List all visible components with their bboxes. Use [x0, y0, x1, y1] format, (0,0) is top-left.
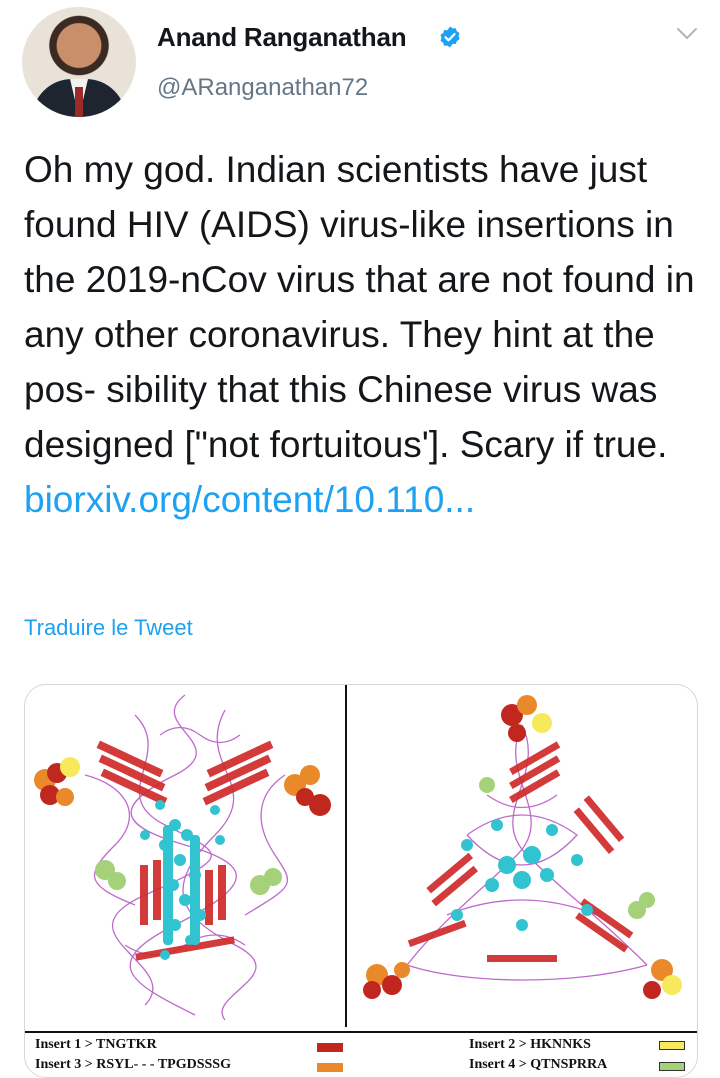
legend-swatch-insert-2 — [659, 1041, 685, 1050]
chevron-down-icon[interactable] — [676, 27, 698, 41]
legend-swatch-insert-1 — [317, 1043, 343, 1052]
legend-insert-2: Insert 2 > HKNNKS — [469, 1037, 591, 1052]
avatar-tie — [75, 87, 83, 117]
author-name[interactable]: Anand Ranganathan — [157, 22, 407, 53]
author-handle[interactable]: @ARanganathan72 — [157, 74, 368, 102]
legend-divider — [25, 1031, 697, 1033]
tweet-media[interactable]: Insert 1 > TNGTKR Insert 3 > RSYL- - - T… — [24, 684, 698, 1078]
verified-badge-icon — [440, 26, 460, 48]
protein-structure-top-view — [363, 695, 682, 999]
protein-structure-side-view — [34, 694, 331, 1021]
tweet-text: Oh my god. Indian scientists have just f… — [24, 142, 704, 527]
legend-swatch-insert-3 — [317, 1063, 343, 1072]
legend-insert-1: Insert 1 > TNGTKR — [35, 1037, 157, 1052]
legend-insert-3: Insert 3 > RSYL- - - TPGDSSSG — [35, 1057, 231, 1072]
legend-swatch-insert-4 — [659, 1062, 685, 1071]
translate-tweet-link[interactable]: Traduire le Tweet — [24, 615, 193, 641]
tweet-link[interactable]: biorxiv.org/content/10.110... — [24, 479, 475, 520]
legend-insert-4: Insert 4 > QTNSPRRA — [469, 1057, 608, 1072]
avatar[interactable] — [22, 7, 136, 117]
tweet-body: Oh my god. Indian scientists have just f… — [24, 149, 695, 465]
